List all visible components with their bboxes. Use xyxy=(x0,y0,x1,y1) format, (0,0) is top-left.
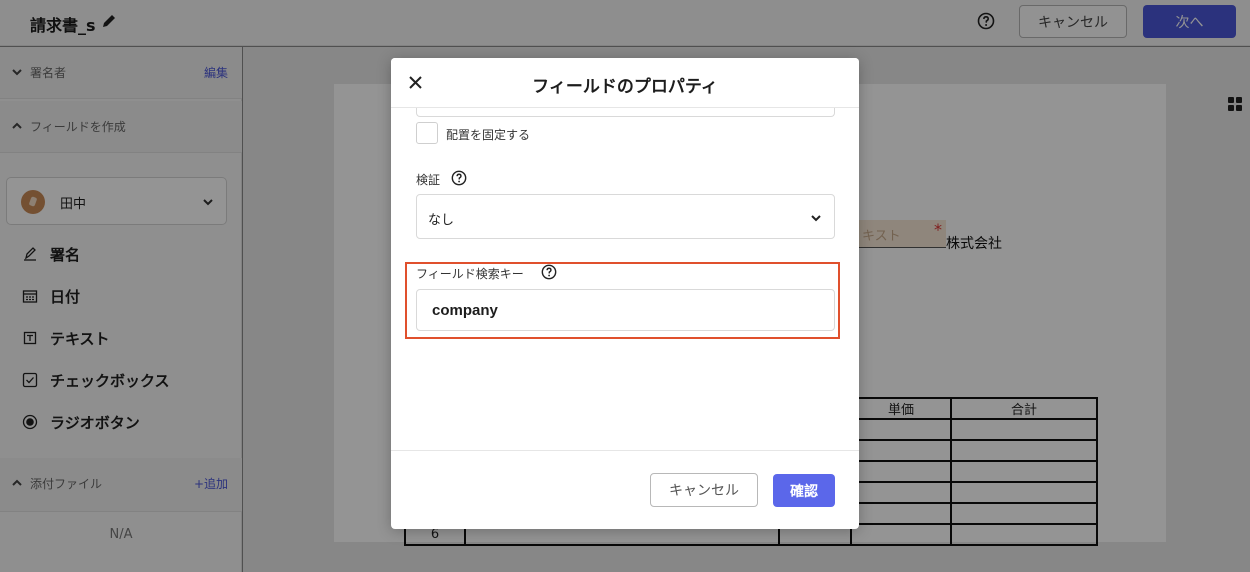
validation-label: 検証 xyxy=(416,173,441,187)
search-key-input[interactable] xyxy=(416,289,835,331)
fix-position-label: 配置を固定する xyxy=(446,128,531,142)
chevron-down-icon xyxy=(811,215,821,222)
search-key-label: フィールド検索キー xyxy=(416,267,524,281)
validation-value: なし xyxy=(428,213,455,228)
help-icon[interactable] xyxy=(451,170,467,186)
confirm-button[interactable]: 確認 xyxy=(773,474,835,507)
fix-position-checkbox[interactable] xyxy=(416,122,438,144)
dialog-footer-divider xyxy=(391,450,859,451)
dialog-header: フィールドのプロパティ xyxy=(391,58,859,108)
help-icon[interactable] xyxy=(541,264,557,280)
cancel-button[interactable]: キャンセル xyxy=(650,473,758,507)
field-properties-dialog: フィールドのプロパティ 配置を固定する 検証 なし フィールド検索キー キャンセ… xyxy=(391,58,859,529)
scrolled-input[interactable] xyxy=(416,108,835,117)
validation-select[interactable]: なし xyxy=(416,194,835,239)
dialog-title: フィールドのプロパティ xyxy=(532,77,718,97)
